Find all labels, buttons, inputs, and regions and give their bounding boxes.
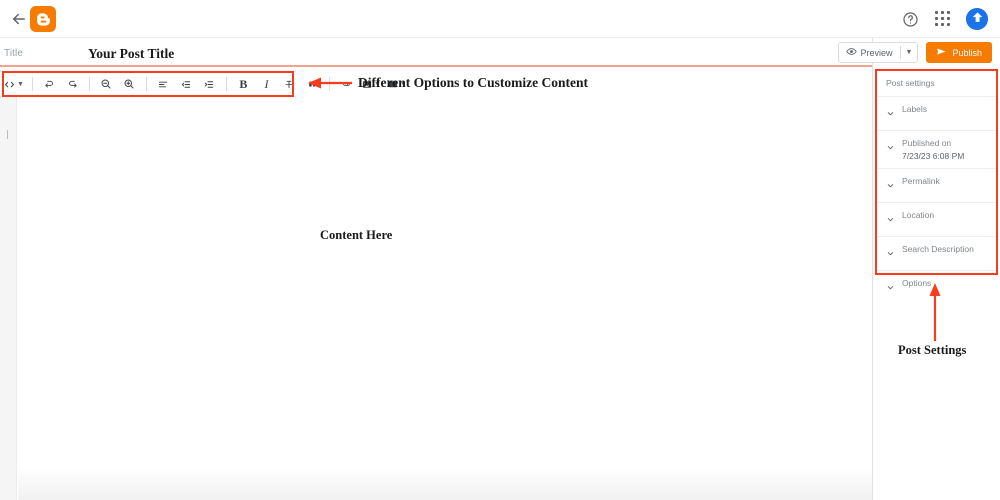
annotation-content-callout: Content Here — [320, 228, 393, 242]
bold-glyph: B — [239, 77, 248, 91]
post-setting-search-description[interactable]: Search Description — [877, 236, 996, 270]
annotation-title-callout: Your Post Title — [88, 46, 175, 61]
setting-text-group: Search Description — [902, 244, 974, 255]
setting-text-group: Options — [902, 278, 931, 289]
undo-icon[interactable] — [38, 73, 61, 95]
apps-dot — [941, 17, 944, 20]
apps-grid-icon[interactable] — [934, 10, 952, 28]
apps-dot — [947, 23, 950, 26]
chevron-down-icon[interactable] — [886, 139, 895, 157]
quote-icon[interactable] — [301, 73, 324, 95]
panel-divider — [872, 38, 873, 500]
chevron-down-icon[interactable] — [886, 279, 895, 297]
post-setting-location[interactable]: Location — [877, 202, 996, 236]
apps-dot — [947, 11, 950, 14]
post-setting-published-on[interactable]: Published on 7/23/23 6:08 PM — [877, 130, 996, 168]
toolbar-divider — [145, 77, 147, 91]
indent-increase-icon[interactable] — [198, 73, 221, 95]
setting-text-group: Labels — [902, 104, 927, 115]
preview-button-label: Preview — [860, 47, 893, 58]
apps-dot — [941, 23, 944, 26]
toolbar-divider — [328, 77, 330, 91]
chevron-down-icon[interactable] — [886, 105, 895, 123]
blogger-logo-icon[interactable] — [30, 6, 56, 32]
setting-value: 7/23/23 6:08 PM — [902, 150, 965, 161]
toolbar-group-paragraph — [152, 73, 221, 95]
header-actions — [900, 0, 994, 38]
italic-icon[interactable]: I — [255, 73, 278, 95]
title-underline — [0, 65, 872, 67]
setting-label: Options — [902, 278, 932, 289]
setting-text-group: Permalink — [902, 176, 940, 187]
italic-glyph: I — [264, 77, 269, 91]
bold-icon[interactable]: B — [232, 73, 255, 95]
setting-label: Published on — [902, 138, 952, 148]
apps-dot — [935, 23, 938, 26]
magnifier-plus-icon[interactable] — [118, 73, 141, 95]
help-circle-icon[interactable] — [900, 9, 920, 29]
magnifier-minus-icon[interactable] — [95, 73, 118, 95]
post-settings-title: Post settings — [886, 78, 935, 88]
preview-button-main[interactable]: Preview — [839, 43, 900, 62]
setting-label: Labels — [902, 104, 928, 114]
user-avatar-icon[interactable] — [966, 8, 988, 30]
post-title-input[interactable]: Title — [4, 48, 23, 59]
publish-button-label: Publish — [952, 47, 982, 58]
toolbar-divider — [31, 77, 33, 91]
align-left-icon[interactable] — [152, 73, 175, 95]
indent-decrease-icon[interactable] — [175, 73, 198, 95]
annotation-toolbar-callout: Different Options to Customize Content — [358, 75, 588, 90]
post-setting-options[interactable]: Options — [877, 270, 996, 304]
chevron-down-icon[interactable] — [886, 245, 895, 263]
editor-actions: Preview ▼ Publish — [837, 42, 992, 63]
app-header — [0, 0, 1000, 38]
setting-text-group: Location — [902, 210, 934, 221]
toolbar-divider — [225, 77, 227, 91]
code-brackets-icon[interactable]: ▼ — [0, 73, 27, 95]
apps-dot — [935, 11, 938, 14]
setting-label: Location — [902, 210, 935, 221]
apps-dot — [941, 11, 944, 14]
link-icon[interactable] — [335, 73, 358, 95]
chevron-down-icon[interactable] — [886, 211, 895, 229]
chevron-down-icon[interactable]: ▼ — [901, 43, 918, 62]
send-icon — [936, 46, 947, 59]
text-cursor — [7, 130, 8, 139]
eye-icon — [845, 46, 857, 59]
post-setting-permalink[interactable]: Permalink — [877, 168, 996, 202]
toolbar-group-code: ▼ — [0, 73, 27, 95]
annotation-settings-callout: Post Settings — [898, 343, 967, 357]
post-settings-panel: Post settings Labels Published on 7/23/2… — [877, 69, 996, 305]
setting-label: Permalink — [902, 176, 940, 187]
redo-icon[interactable] — [61, 73, 84, 95]
toolbar-group-history — [38, 73, 84, 95]
strikethrough-icon[interactable] — [278, 73, 301, 95]
apps-dot — [947, 17, 950, 20]
toolbar-group-format: B I — [232, 73, 324, 95]
chevron-down-icon[interactable]: ▼ — [17, 81, 24, 88]
toolbar-divider — [88, 77, 90, 91]
preview-button[interactable]: Preview ▼ — [837, 42, 919, 63]
post-setting-labels[interactable]: Labels — [877, 96, 996, 130]
publish-button[interactable]: Publish — [926, 42, 992, 63]
apps-dot — [935, 17, 938, 20]
chevron-down-icon[interactable] — [886, 177, 895, 195]
back-arrow-icon[interactable] — [10, 10, 28, 28]
setting-text-group: Published on 7/23/23 6:08 PM — [902, 138, 964, 161]
post-content-editor[interactable] — [18, 97, 872, 500]
editor-gutter — [0, 97, 17, 500]
toolbar-group-zoom — [95, 73, 141, 95]
setting-label: Search Description — [902, 244, 974, 255]
